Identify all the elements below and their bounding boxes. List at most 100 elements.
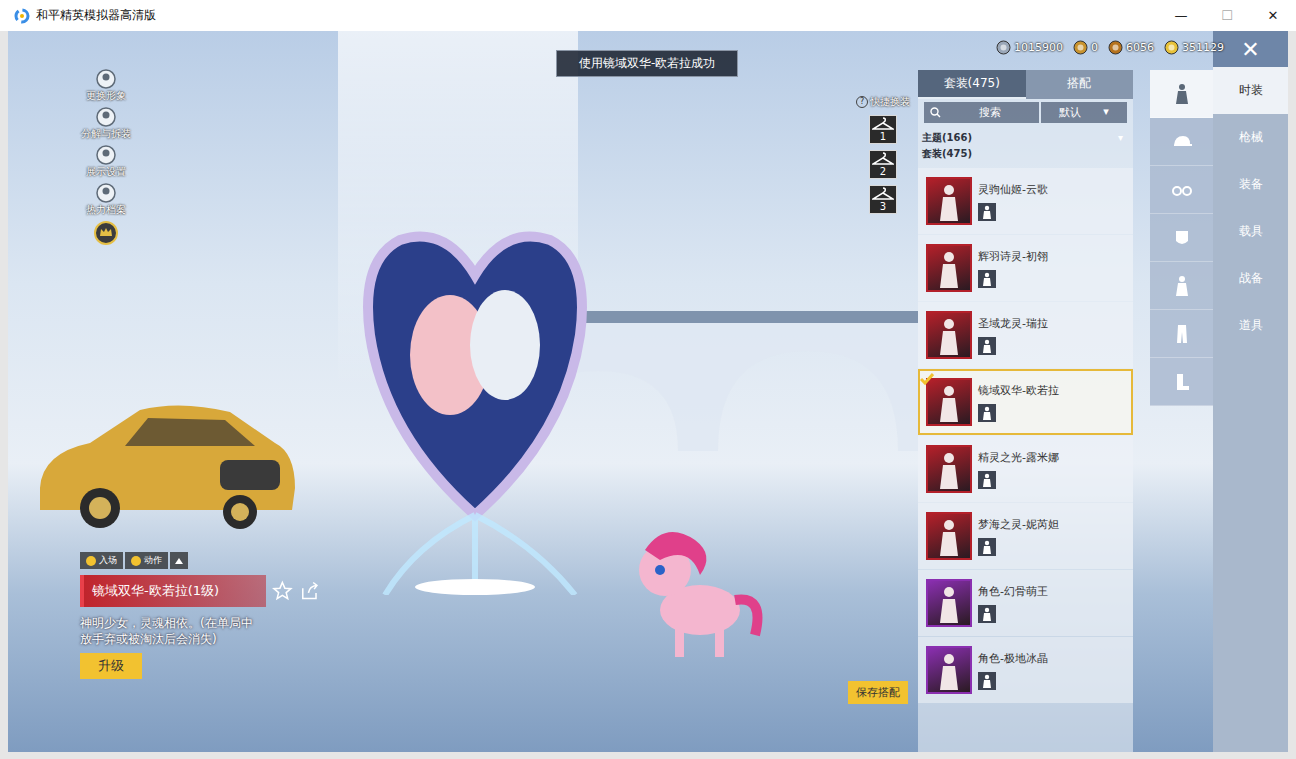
sort-dropdown[interactable]: 默认▾ xyxy=(1041,102,1127,123)
outfit-slot[interactable]: 3 xyxy=(869,185,897,214)
category-icon xyxy=(1171,275,1193,297)
share-icon[interactable] xyxy=(299,580,320,602)
figure-icon xyxy=(934,317,964,357)
left-menu-item[interactable]: 更换形象 xyxy=(86,69,126,105)
left-menu-item[interactable] xyxy=(94,221,118,257)
close-button[interactable]: ✕ xyxy=(1213,31,1288,67)
outfit-slot[interactable]: 1 xyxy=(869,115,897,144)
currency: 6056 xyxy=(1108,40,1154,55)
save-outfit-button[interactable]: 保存搭配 xyxy=(848,681,908,704)
filter-option[interactable]: 主题(166)▾ xyxy=(922,130,1129,146)
currency-bar: 1015900 0 6056 351129 xyxy=(996,40,1224,55)
currency: 0 xyxy=(1073,40,1098,55)
figure-icon xyxy=(934,652,964,692)
category-button[interactable] xyxy=(1150,262,1213,310)
category-button[interactable] xyxy=(1150,70,1213,118)
main-menu: ✕ 时装枪械装备载具战备道具 xyxy=(1213,31,1288,752)
window-control[interactable]: ☐ xyxy=(1204,8,1250,23)
outfit-slot[interactable]: 2 xyxy=(869,150,897,179)
up-arrow-icon xyxy=(175,557,183,565)
action-tab[interactable]: 入场 xyxy=(80,552,123,569)
coin-icon xyxy=(1073,40,1088,55)
collapse-button[interactable] xyxy=(170,552,188,569)
window-title: 和平精英模拟器高清版 xyxy=(36,7,156,24)
help-button[interactable]: ? xyxy=(856,96,868,108)
panel-tab[interactable]: 搭配 xyxy=(1026,70,1134,99)
outfit-item[interactable]: 角色-极地冰晶 xyxy=(918,637,1133,703)
category-icon xyxy=(1171,323,1193,345)
hanger-icon xyxy=(872,152,894,166)
panel-tab[interactable]: 套装(475) xyxy=(918,70,1026,99)
panel-tabs: 套装(475)搭配 xyxy=(918,70,1133,99)
scene: 使用镜域双华-欧若拉成功 更换形象 分解与拆装 展示设置 热力档案 ? 快捷换装… xyxy=(8,31,918,752)
menu-item[interactable]: 载具 xyxy=(1213,208,1288,255)
mini-figure-icon xyxy=(978,203,996,221)
face-icon xyxy=(86,556,96,566)
action-tab[interactable]: 动作 xyxy=(125,552,168,569)
outfit-list: 灵驹仙姬-云歌 辉羽诗灵-初翎 圣域龙灵-瑞拉 镜域双华-欧若拉 精灵之光-露米… xyxy=(918,168,1133,703)
category-button[interactable] xyxy=(1150,358,1213,406)
menu-item[interactable]: 时装 xyxy=(1213,67,1288,114)
category-icon xyxy=(1171,131,1193,153)
figure-icon xyxy=(934,183,964,223)
item-info: 入场动作 镜域双华-欧若拉(1级) 神明少女，灵魂相依。(在单局中放手弃或被淘汰… xyxy=(80,552,320,679)
figure-icon xyxy=(934,384,964,424)
menu-item[interactable]: 装备 xyxy=(1213,161,1288,208)
mini-figure-icon xyxy=(978,404,996,422)
upgrade-button[interactable]: 升级 xyxy=(80,653,142,679)
outfit-thumbnail xyxy=(926,646,972,694)
outfit-item[interactable]: 镜域双华-欧若拉 xyxy=(918,369,1133,435)
outfit-thumbnail xyxy=(926,445,972,493)
mini-figure-icon xyxy=(978,471,996,489)
left-menu-item[interactable]: 分解与拆装 xyxy=(81,107,131,143)
outfit-item[interactable]: 梦海之灵-妮芮妲 xyxy=(918,503,1133,569)
category-icon xyxy=(1171,227,1193,249)
check-icon xyxy=(920,372,934,386)
menu-item[interactable]: 道具 xyxy=(1213,302,1288,349)
coin-icon xyxy=(1164,40,1179,55)
outfit-item[interactable]: 圣域龙灵-瑞拉 xyxy=(918,302,1133,368)
toast-message: 使用镜域双华-欧若拉成功 xyxy=(556,50,738,77)
coin-icon xyxy=(1108,40,1123,55)
hanger-icon xyxy=(872,187,894,201)
left-menu: 更换形象 分解与拆装 展示设置 热力档案 xyxy=(66,69,146,257)
hanger-icon xyxy=(872,117,894,131)
outfit-panel: 套装(475)搭配 搜索 默认▾ 主题(166)▾套装(475) 灵驹仙姬-云歌… xyxy=(918,70,1133,752)
coin-icon xyxy=(996,40,1011,55)
category-button[interactable] xyxy=(1150,310,1213,358)
outfit-item[interactable]: 辉羽诗灵-初翎 xyxy=(918,235,1133,301)
left-menu-item[interactable]: 展示设置 xyxy=(86,145,126,181)
currency: 1015900 xyxy=(996,40,1063,55)
window-control[interactable]: — xyxy=(1158,8,1204,23)
search-field[interactable]: 搜索 xyxy=(924,102,1039,123)
outfit-item[interactable]: 角色-幻骨萌王 xyxy=(918,570,1133,636)
game-screen: 使用镜域双华-欧若拉成功 更换形象 分解与拆装 展示设置 热力档案 ? 快捷换装… xyxy=(8,31,1288,752)
category-icon xyxy=(1171,371,1193,393)
outfit-item[interactable]: 灵驹仙姬-云歌 xyxy=(918,168,1133,234)
outfit-thumbnail xyxy=(926,177,972,225)
outfit-thumbnail xyxy=(926,512,972,560)
search-icon xyxy=(930,107,941,118)
crown-badge-icon xyxy=(94,221,118,245)
figure-icon xyxy=(934,518,964,558)
mini-figure-icon xyxy=(978,270,996,288)
category-icon xyxy=(1171,83,1193,105)
category-button[interactable] xyxy=(1150,118,1213,166)
outfit-thumbnail xyxy=(926,378,972,426)
category-button[interactable] xyxy=(1150,214,1213,262)
window-control[interactable]: ✕ xyxy=(1250,8,1296,23)
menu-item[interactable]: 战备 xyxy=(1213,255,1288,302)
mini-figure-icon xyxy=(978,672,996,690)
category-button[interactable] xyxy=(1150,166,1213,214)
outfit-thumbnail xyxy=(926,311,972,359)
item-title: 镜域双华-欧若拉(1级) xyxy=(80,575,266,607)
outfit-item[interactable]: 精灵之光-露米娜 xyxy=(918,436,1133,502)
mini-figure-icon xyxy=(978,605,996,623)
left-menu-item[interactable]: 热力档案 xyxy=(86,183,126,219)
category-column xyxy=(1150,70,1213,406)
star-icon[interactable] xyxy=(272,580,293,602)
title-bar: 和平精英模拟器高清版 —☐✕ xyxy=(0,0,1296,31)
emulator-window: 和平精英模拟器高清版 —☐✕ 使用镜域双华-欧若拉成功 更换形象 分解与拆装 展… xyxy=(0,0,1296,759)
menu-item[interactable]: 枪械 xyxy=(1213,114,1288,161)
filter-option[interactable]: 套装(475) xyxy=(922,146,1129,162)
